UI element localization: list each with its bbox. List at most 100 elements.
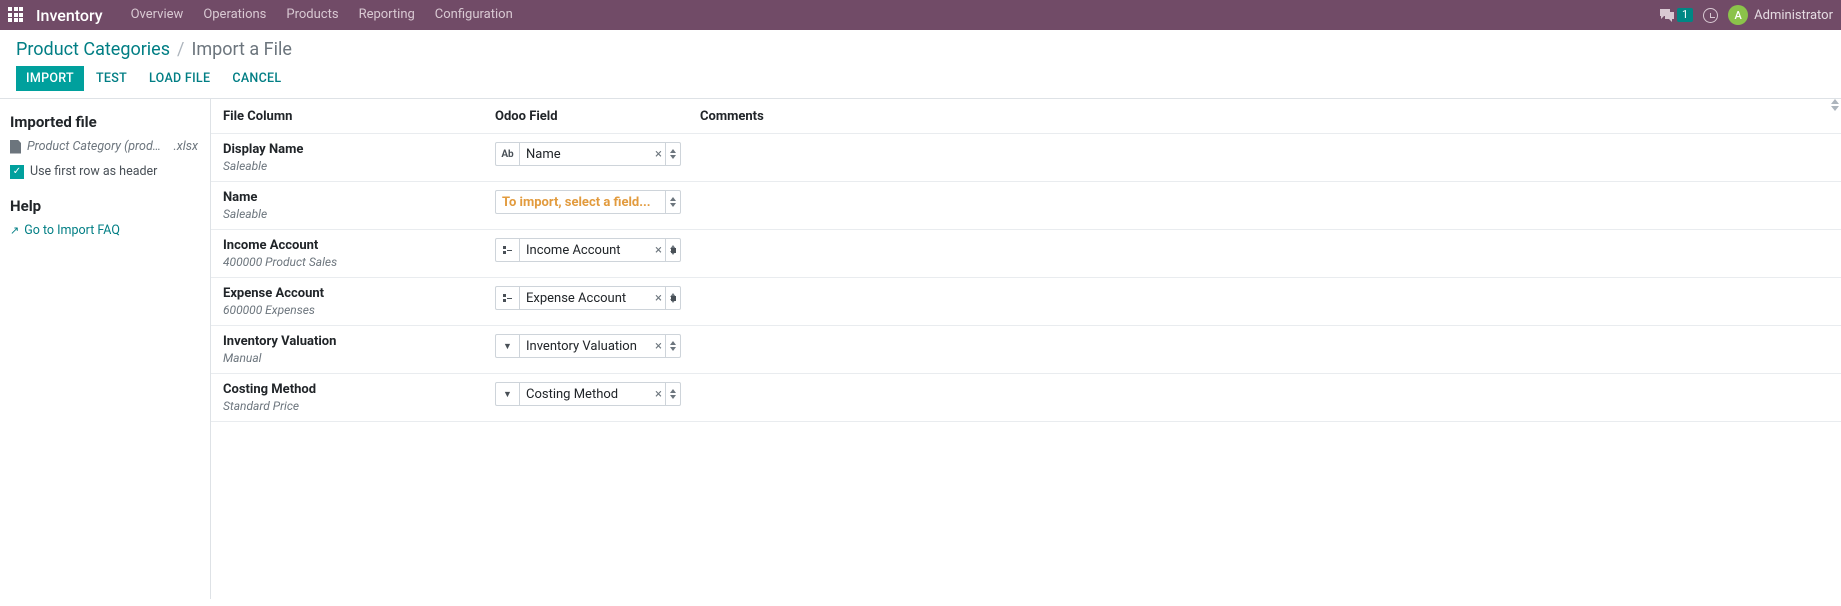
- column-title: Name: [223, 190, 495, 205]
- odoo-field-cell: Income Account×: [495, 238, 700, 262]
- external-link-icon: ↗: [10, 224, 19, 237]
- field-value: To import, select a field...: [496, 195, 665, 210]
- mapping-row: Display Name SaleableAbName×: [211, 134, 1841, 182]
- field-value: Inventory Valuation: [520, 339, 652, 354]
- navbar-right: 1 A Administrator: [1659, 5, 1833, 25]
- dropdown-toggle-icon[interactable]: [665, 383, 680, 405]
- messages-count: 1: [1677, 8, 1693, 22]
- header-checkbox-row: Use first row as header: [10, 164, 198, 179]
- odoo-field-cell: To import, select a field...: [495, 190, 700, 214]
- import-sidebar: Imported file Product Category (product.…: [0, 99, 210, 599]
- field-value: Name: [520, 147, 652, 162]
- column-headers: File Column Odoo Field Comments: [211, 99, 1841, 134]
- column-title: Income Account: [223, 238, 495, 253]
- header-odoo-field: Odoo Field: [495, 109, 700, 124]
- nav-item-products[interactable]: Products: [276, 0, 348, 30]
- odoo-field-cell: Costing Method×: [495, 382, 700, 406]
- imported-file-ext: .xlsx: [174, 139, 198, 154]
- mapping-row: Name SaleableTo import, select a field...: [211, 182, 1841, 230]
- file-icon: [10, 140, 21, 154]
- breadcrumb-separator: /: [177, 39, 184, 60]
- mapping-row: Costing MethodStandard PriceCosting Meth…: [211, 374, 1841, 422]
- column-sample: Manual: [223, 351, 495, 365]
- breadcrumb-current: Import a File: [191, 39, 291, 60]
- file-column-cell: Inventory Valuation Manual: [223, 334, 495, 365]
- avatar: A: [1728, 5, 1748, 25]
- user-name: Administrator: [1754, 8, 1833, 23]
- field-selector[interactable]: To import, select a field...: [495, 190, 681, 214]
- dropdown-toggle-icon[interactable]: [665, 143, 680, 165]
- header-file-column: File Column: [223, 109, 495, 124]
- column-sample: 400000 Product Sales: [223, 255, 495, 269]
- scroll-indicator-top: [1831, 99, 1839, 111]
- nav-item-reporting[interactable]: Reporting: [349, 0, 425, 30]
- field-selector[interactable]: Inventory Valuation×: [495, 334, 681, 358]
- field-selector[interactable]: Expense Account×: [495, 286, 681, 310]
- file-column-cell: Income Account 400000 Product Sales: [223, 238, 495, 269]
- use-first-row-checkbox[interactable]: [10, 165, 24, 179]
- nav-item-operations[interactable]: Operations: [193, 0, 276, 30]
- header-comments: Comments: [700, 109, 1829, 124]
- control-panel: Product Categories / Import a File Impor…: [0, 30, 1841, 99]
- nav-item-overview[interactable]: Overview: [121, 0, 194, 30]
- column-sample: 600000 Expenses: [223, 303, 495, 317]
- import-button[interactable]: Import: [16, 66, 84, 91]
- load-file-button[interactable]: Load File: [139, 66, 220, 91]
- column-title: Inventory Valuation: [223, 334, 495, 349]
- action-buttons: Import Test Load File Cancel: [16, 66, 1825, 98]
- nav-menu: Overview Operations Products Reporting C…: [121, 0, 523, 30]
- import-faq-label: Go to Import FAQ: [24, 223, 120, 238]
- file-column-cell: Expense Account 600000 Expenses: [223, 286, 495, 317]
- main-area: Imported file Product Category (product.…: [0, 99, 1841, 599]
- mapping-row: Income Account400000 Product SalesIncome…: [211, 230, 1841, 278]
- nav-item-configuration[interactable]: Configuration: [425, 0, 523, 30]
- odoo-field-cell: Inventory Valuation×: [495, 334, 700, 358]
- file-column-cell: Costing Method Standard Price: [223, 382, 495, 413]
- imported-file-row: Product Category (product.c… .xlsx: [10, 139, 198, 154]
- column-sample: Saleable: [223, 207, 495, 221]
- column-sample: Saleable: [223, 159, 495, 173]
- field-selector[interactable]: AbName×: [495, 142, 681, 166]
- clear-icon[interactable]: ×: [652, 291, 665, 306]
- odoo-field-cell: AbName×: [495, 142, 700, 166]
- use-first-row-label: Use first row as header: [30, 164, 157, 179]
- clear-icon[interactable]: ×: [652, 243, 665, 258]
- clear-icon[interactable]: ×: [652, 387, 665, 402]
- top-navbar: Inventory Overview Operations Products R…: [0, 0, 1841, 30]
- field-selector[interactable]: Costing Method×: [495, 382, 681, 406]
- apps-icon[interactable]: [8, 7, 24, 23]
- mapping-row: Expense Account600000 ExpensesExpense Ac…: [211, 278, 1841, 326]
- app-brand[interactable]: Inventory: [36, 6, 103, 25]
- odoo-field-cell: Expense Account×: [495, 286, 700, 310]
- field-selector[interactable]: Income Account×: [495, 238, 681, 262]
- column-sample: Standard Price: [223, 399, 495, 413]
- dropdown-toggle-icon[interactable]: [665, 191, 680, 213]
- text-type-icon: Ab: [496, 143, 520, 165]
- clear-icon[interactable]: ×: [652, 339, 665, 354]
- column-title: Expense Account: [223, 286, 495, 301]
- field-value: Costing Method: [520, 387, 652, 402]
- import-faq-link[interactable]: ↗ Go to Import FAQ: [10, 223, 198, 238]
- breadcrumb-parent[interactable]: Product Categories: [16, 39, 170, 60]
- column-title: Costing Method: [223, 382, 495, 397]
- mapping-content: File Column Odoo Field Comments Display …: [210, 99, 1841, 599]
- messages-button[interactable]: 1: [1659, 8, 1693, 22]
- navbar-left: Inventory Overview Operations Products R…: [8, 0, 523, 30]
- activity-icon[interactable]: [1703, 8, 1718, 23]
- clear-icon[interactable]: ×: [652, 147, 665, 162]
- cancel-button[interactable]: Cancel: [222, 66, 291, 91]
- imported-file-heading: Imported file: [10, 113, 198, 131]
- mapping-row: Inventory ValuationManualInventory Valua…: [211, 326, 1841, 374]
- relation-type-icon: [496, 287, 520, 309]
- file-column-cell: Display Name Saleable: [223, 142, 495, 173]
- help-heading: Help: [10, 197, 198, 215]
- dropdown-toggle-icon[interactable]: [665, 335, 680, 357]
- breadcrumb: Product Categories / Import a File: [16, 39, 1825, 60]
- user-menu[interactable]: A Administrator: [1728, 5, 1833, 25]
- field-value: Expense Account: [520, 291, 652, 306]
- mapping-rows: Display NameSaleableAbName×NameSaleableT…: [211, 134, 1841, 422]
- column-title: Display Name: [223, 142, 495, 157]
- selection-type-icon: [496, 383, 520, 405]
- test-button[interactable]: Test: [86, 66, 137, 91]
- field-value: Income Account: [520, 243, 652, 258]
